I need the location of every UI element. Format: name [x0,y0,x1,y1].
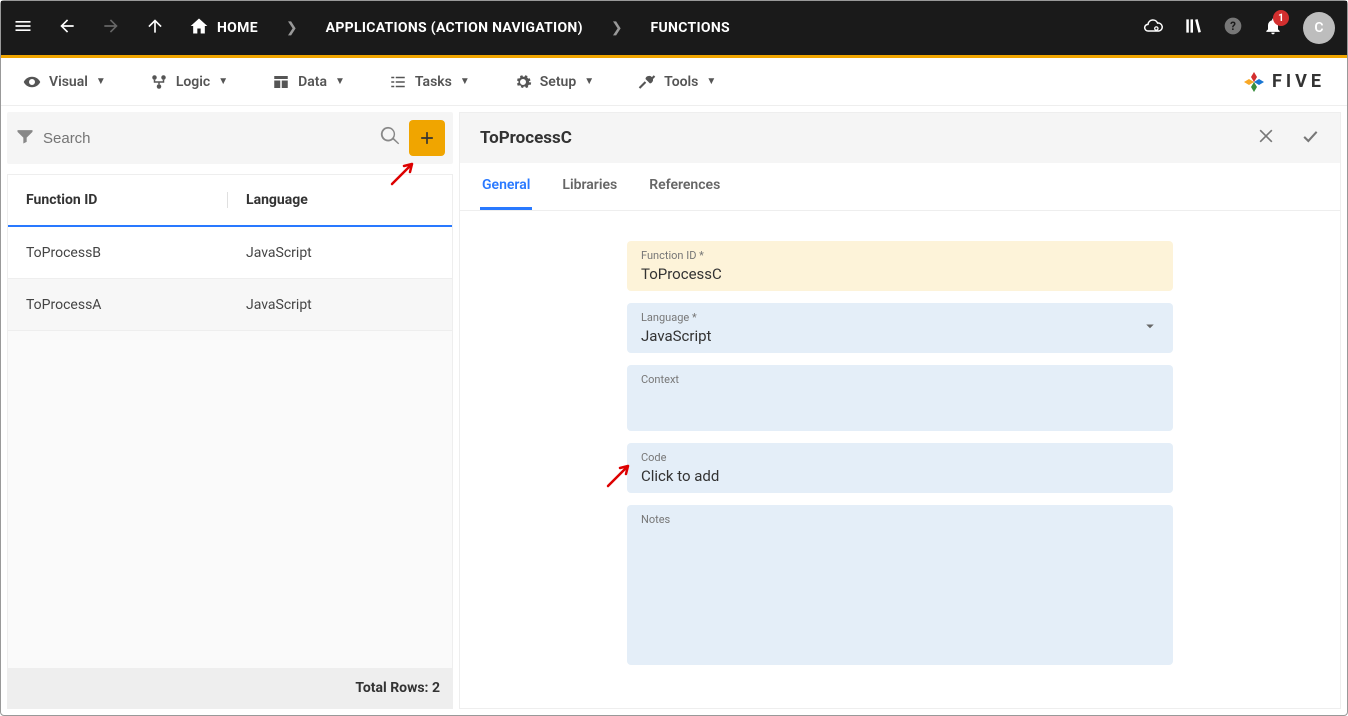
plus-icon [417,128,437,148]
table-icon [272,73,290,91]
language-value: JavaScript [641,327,711,345]
header-function-id[interactable]: Function ID [8,192,228,208]
language-label: Language * [641,311,1159,324]
total-rows-label: Total Rows: 2 [355,680,440,696]
code-value: Click to add [641,467,719,485]
avatar[interactable]: C [1303,12,1335,44]
language-field[interactable]: Language * JavaScript [627,303,1173,353]
menu-visual[interactable]: Visual▼ [23,73,106,91]
context-label: Context [641,373,1159,386]
svg-text:?: ? [1230,19,1236,33]
notes-label: Notes [641,513,1159,526]
menu-logic[interactable]: Logic▼ [150,73,228,91]
menu-setup-label: Setup [540,74,576,90]
notes-field[interactable]: Notes [627,505,1173,665]
menu-tasks[interactable]: Tasks▼ [389,73,470,91]
list-header: Function ID Language [8,175,452,227]
left-panel: Function ID Language ToProcessB JavaScri… [7,112,453,709]
breadcrumb-functions[interactable]: FUNCTIONS [651,20,730,36]
home-icon [189,16,209,40]
cloud-icon[interactable] [1143,16,1163,40]
tab-general[interactable]: General [480,163,532,210]
tools-icon [638,73,656,91]
tab-libraries[interactable]: Libraries [560,163,619,210]
hamburger-icon[interactable] [13,16,33,40]
context-field[interactable]: Context [627,365,1173,431]
cell-function-id: ToProcessA [8,297,228,313]
gear-icon [514,73,532,91]
tab-general-label: General [482,177,530,193]
header-language[interactable]: Language [228,192,326,208]
detail-title: ToProcessC [480,128,572,148]
search-input[interactable] [43,130,371,147]
notification-badge: 1 [1273,10,1289,26]
list-footer: Total Rows: 2 [8,668,452,708]
function-id-field[interactable]: Function ID * ToProcessC [627,241,1173,291]
topbar: HOME ❯ APPLICATIONS (ACTION NAVIGATION) … [1,1,1347,55]
brand-text: FIVE [1272,71,1325,92]
search-bar [7,112,453,164]
function-list: Function ID Language ToProcessB JavaScri… [7,174,453,709]
tab-references[interactable]: References [647,163,722,210]
code-label: Code [641,451,1159,464]
menu-data[interactable]: Data▼ [272,73,345,91]
code-field[interactable]: Code Click to add [627,443,1173,493]
avatar-initial: C [1314,20,1323,36]
cell-language: JavaScript [228,245,330,261]
back-icon[interactable] [57,16,77,40]
function-id-label: Function ID * [641,249,1159,262]
checklist-icon [389,73,407,91]
brand-icon [1242,70,1266,94]
chevron-right-icon: ❯ [607,20,627,36]
breadcrumb-home[interactable]: HOME [189,16,258,40]
up-icon[interactable] [145,16,165,40]
detail-header: ToProcessC [460,113,1340,163]
breadcrumb-applications[interactable]: APPLICATIONS (ACTION NAVIGATION) [326,20,583,36]
forward-icon [101,16,121,40]
menubar: Visual▼ Logic▼ Data▼ Tasks▼ Setup▼ Tools… [1,58,1347,106]
menu-visual-label: Visual [49,74,88,90]
function-id-value: ToProcessC [641,265,722,283]
detail-panel: ToProcessC General Libraries References … [459,112,1341,709]
list-row[interactable]: ToProcessB JavaScript [8,227,452,279]
main-content: Function ID Language ToProcessB JavaScri… [1,106,1347,715]
search-icon[interactable] [379,125,401,151]
notifications-icon[interactable]: 1 [1263,16,1283,40]
close-icon[interactable] [1256,126,1276,150]
help-icon[interactable]: ? [1223,16,1243,40]
menu-tasks-label: Tasks [415,74,452,90]
add-button[interactable] [409,120,445,156]
filter-icon[interactable] [15,126,35,150]
brand-logo: FIVE [1242,70,1325,94]
menu-tools[interactable]: Tools▼ [638,73,716,91]
menu-setup[interactable]: Setup▼ [514,73,594,91]
library-icon[interactable] [1183,16,1203,40]
cell-language: JavaScript [228,297,330,313]
menu-data-label: Data [298,74,327,90]
save-icon[interactable] [1300,126,1320,150]
cell-function-id: ToProcessB [8,245,228,261]
logic-icon [150,73,168,91]
detail-form: Function ID * ToProcessC Language * Java… [460,211,1340,695]
eye-icon [23,73,41,91]
chevron-right-icon: ❯ [282,20,302,36]
tab-references-label: References [649,177,720,193]
list-row[interactable]: ToProcessA JavaScript [8,279,452,331]
detail-tabs: General Libraries References [460,163,1340,211]
chevron-down-icon [1141,317,1159,339]
menu-tools-label: Tools [664,74,698,90]
breadcrumb-home-label: HOME [217,20,258,36]
menu-logic-label: Logic [176,74,210,90]
tab-libraries-label: Libraries [562,177,617,193]
